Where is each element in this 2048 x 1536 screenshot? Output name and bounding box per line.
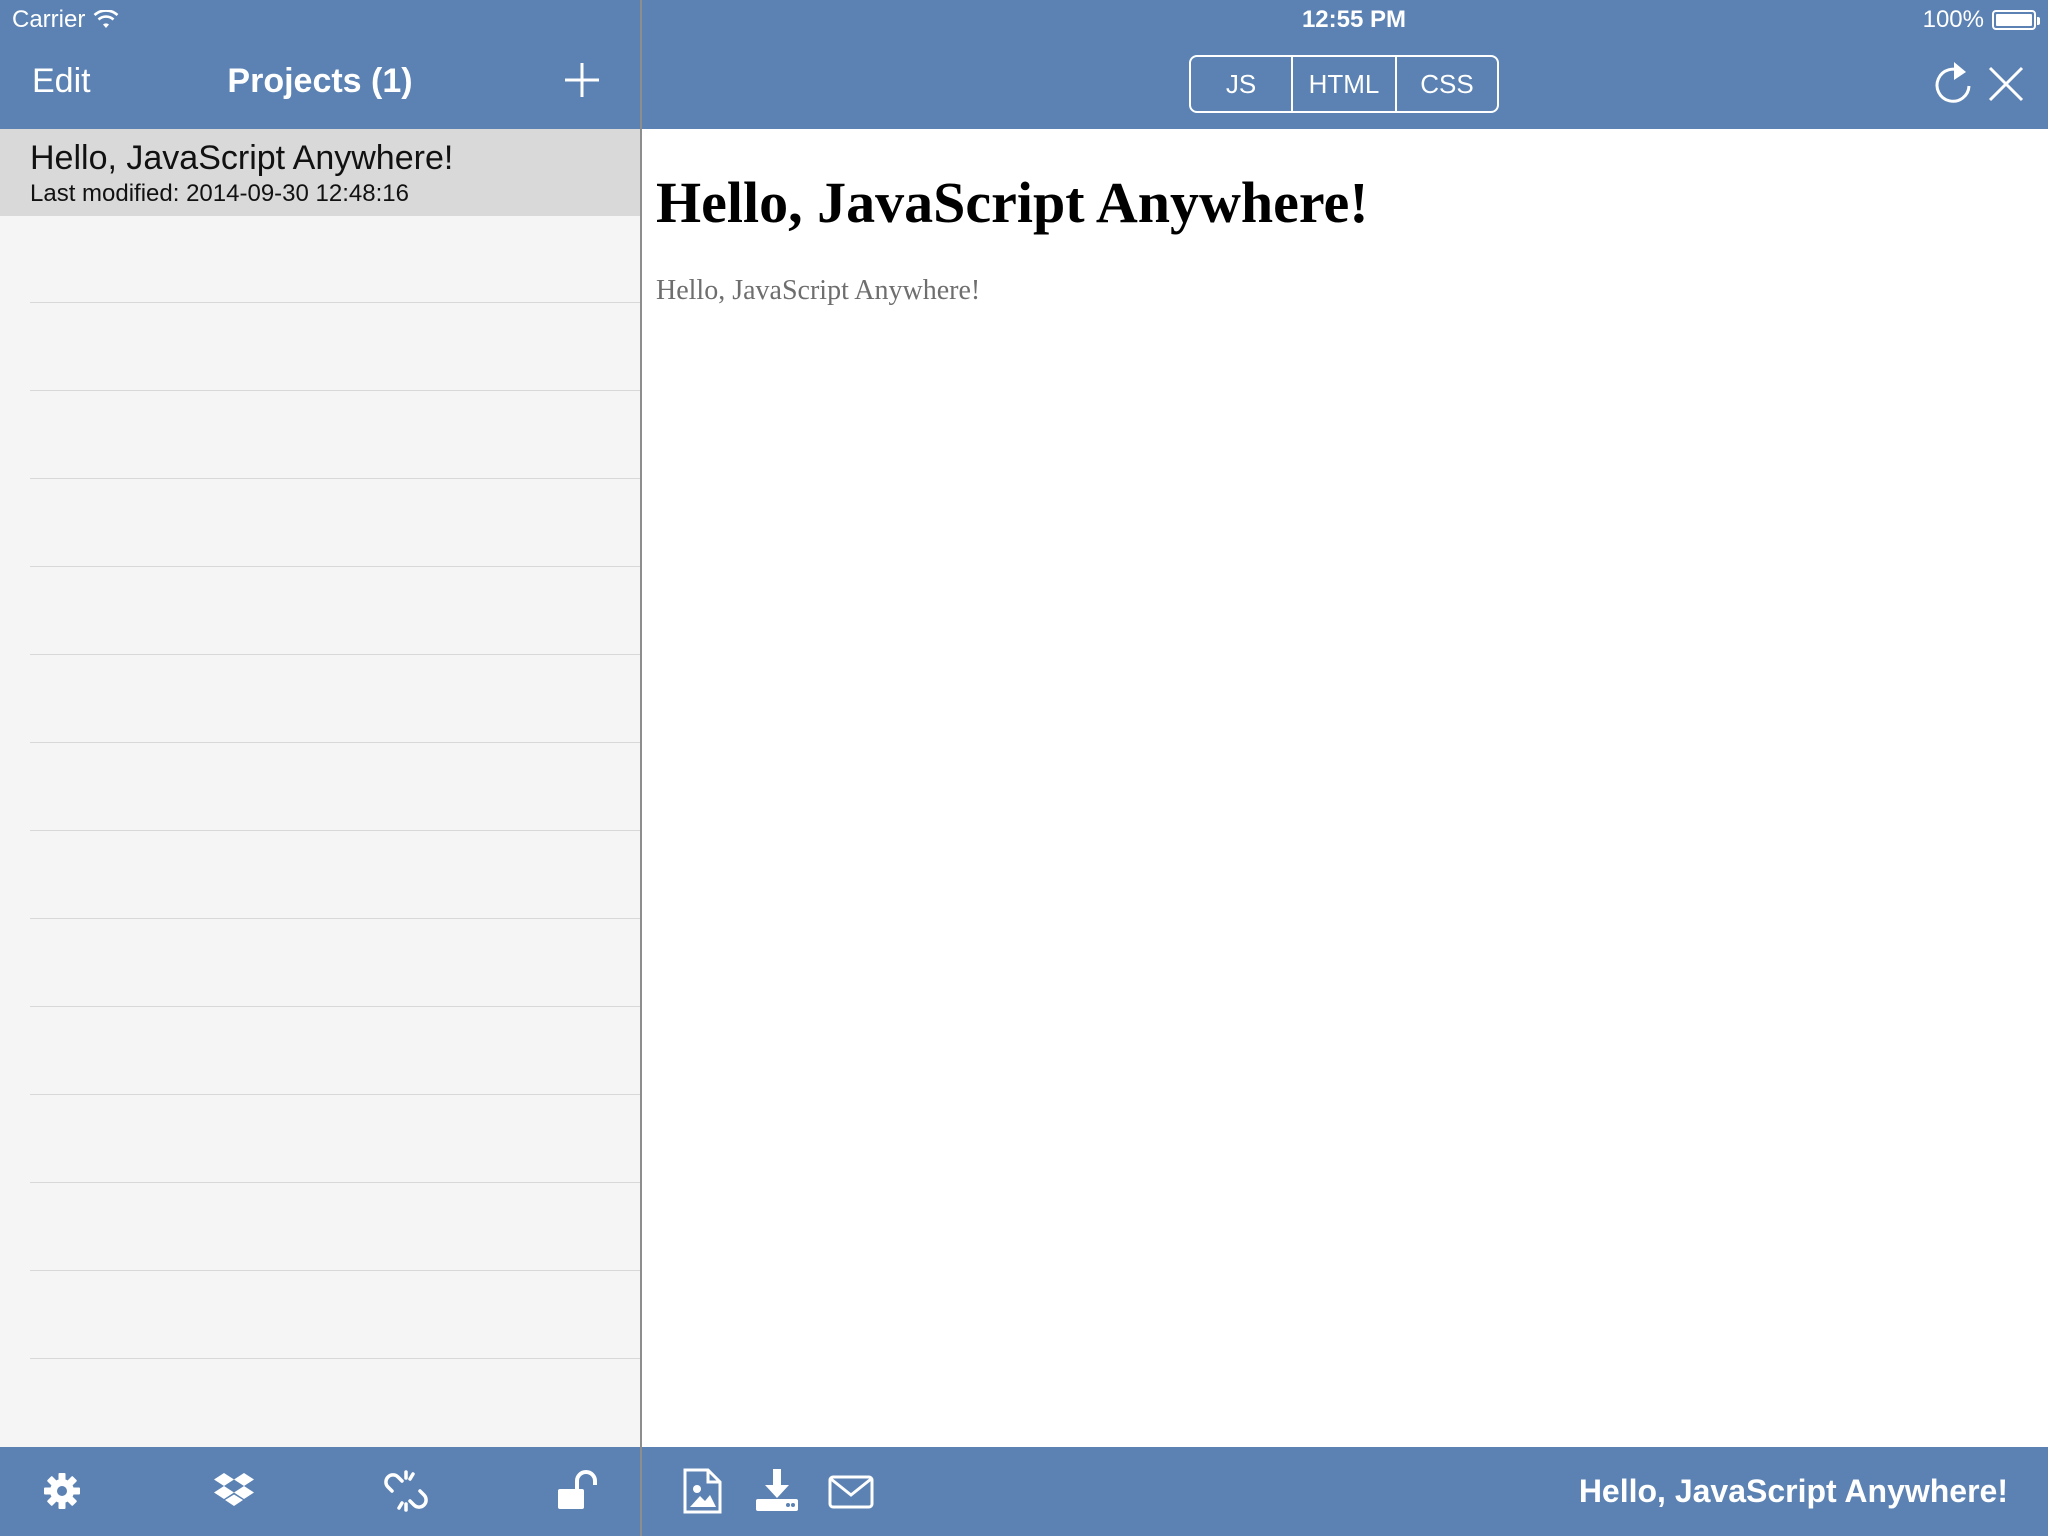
tab-js[interactable]: JS [1191, 57, 1291, 111]
projects-title-text: Projects (1) [227, 62, 413, 100]
row-separator [30, 478, 640, 479]
editor-navbar: 12:55 PM 100% JS HTML CSS [642, 0, 2048, 129]
preview-paragraph: Hello, JavaScript Anywhere! [656, 275, 981, 306]
status-carrier: Carrier [12, 6, 119, 34]
mail-icon[interactable] [828, 1467, 874, 1515]
row-separator [30, 1006, 640, 1007]
project-row-selected[interactable]: Hello, JavaScript Anywhere! Last modifie… [0, 129, 640, 216]
row-separator [30, 1358, 640, 1359]
row-separator [30, 302, 640, 303]
battery-icon [1992, 10, 2040, 30]
preview-webview[interactable]: Hello, JavaScript Anywhere! Hello, JavaS… [642, 129, 2048, 1447]
download-icon[interactable] [754, 1467, 800, 1515]
tab-html[interactable]: HTML [1291, 57, 1395, 111]
projects-navbar: Carrier Edit Projects (1) [0, 0, 640, 129]
current-project-title: Hello, JavaScript Anywhere! [1578, 1473, 2008, 1509]
project-modified: Last modified: 2014-09-30 12:48:16 [30, 180, 409, 207]
row-separator [30, 1094, 640, 1095]
row-separator [30, 1182, 640, 1183]
row-separator [30, 918, 640, 919]
projects-toolbar [0, 1447, 640, 1536]
dropbox-icon[interactable] [212, 1469, 256, 1513]
wifi-icon [93, 10, 119, 28]
battery-fill [1996, 14, 2032, 26]
preview-heading: Hello, JavaScript Anywhere! [656, 170, 1369, 235]
row-separator [30, 830, 640, 831]
gear-icon[interactable] [40, 1469, 84, 1513]
close-icon[interactable] [1988, 66, 2024, 102]
editor-toolbar: Hello, JavaScript Anywhere! [642, 1447, 2048, 1536]
editor-tabs: JS HTML CSS [1189, 55, 1499, 113]
row-separator [30, 742, 640, 743]
status-time: 12:55 PM [1301, 6, 1406, 33]
row-separator [30, 654, 640, 655]
refresh-icon[interactable] [1932, 60, 1974, 106]
image-file-icon[interactable] [680, 1467, 726, 1515]
row-separator [30, 390, 640, 391]
unlink-icon[interactable] [384, 1469, 428, 1513]
carrier-label: Carrier [12, 6, 86, 33]
status-battery: 100% [1922, 6, 2040, 34]
projects-title: Projects (1) [0, 62, 640, 101]
unlock-icon[interactable] [556, 1469, 600, 1513]
projects-pane: Carrier Edit Projects (1) Hello, JavaScr… [0, 0, 640, 1536]
battery-tip [2037, 17, 2040, 25]
row-separator [30, 1270, 640, 1271]
plus-icon[interactable] [562, 60, 602, 100]
tab-css[interactable]: CSS [1395, 57, 1497, 111]
project-title: Hello, JavaScript Anywhere! [30, 139, 454, 177]
battery-percent: 100% [1922, 6, 1984, 33]
row-separator [30, 566, 640, 567]
